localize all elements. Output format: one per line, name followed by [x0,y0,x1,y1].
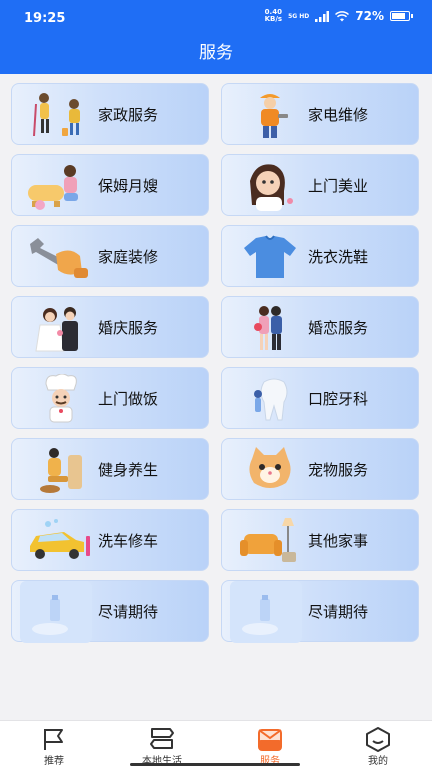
service-card-dating[interactable]: 婚恋服务 [221,296,419,358]
service-label: 保姆月嫂 [98,177,159,195]
service-card-other-home[interactable]: 其他家事 [221,509,419,571]
home-indicator[interactable] [130,763,300,766]
net-speed-indicator: 0.40 KB/s [265,9,282,23]
shopping-bag-icon [258,729,282,751]
service-card-beauty[interactable]: 上门美业 [221,154,419,216]
bottom-nav: 推荐 本地生活 服务 我的 [0,720,432,768]
service-card-home-cooking[interactable]: 上门做饭 [11,367,209,429]
profile-hexagon-icon [366,727,390,752]
service-card-coming-soon[interactable]: 尽请期待 [11,580,209,643]
service-label: 宠物服务 [308,461,369,479]
nav-label: 我的 [368,756,388,767]
car-wash-icon [30,519,90,559]
service-label: 洗衣洗鞋 [308,248,369,266]
wedding-couple-icon [35,307,78,352]
service-label: 其他家事 [308,532,369,550]
nav-tab-mine[interactable]: 我的 [324,721,432,768]
coming-soon-icon [230,581,302,643]
service-label: 尽请期待 [308,603,369,621]
wellness-icon [40,448,82,493]
service-label: 洗车修车 [98,532,159,550]
cat-icon [249,447,291,488]
beauty-icon [250,164,293,211]
service-card-car-wash[interactable]: 洗车修车 [11,509,209,571]
status-bar: 19:25 0.40 KB/s 5G HD 72% [0,0,432,34]
service-label: 尽请期待 [98,603,159,621]
flag-icon [44,729,63,750]
nav-tab-local-life[interactable]: 本地生活 [108,721,216,768]
coming-soon-icon [20,581,92,643]
nav-tab-recommend[interactable]: 推荐 [0,721,108,768]
nanny-icon [28,165,78,210]
service-card-coming-soon[interactable]: 尽请期待 [221,580,419,643]
service-card-wedding[interactable]: 婚庆服务 [11,296,209,358]
service-card-laundry[interactable]: 洗衣洗鞋 [221,225,419,287]
shirt-icon [244,235,296,278]
signal-icon [315,10,330,22]
status-icons: 0.40 KB/s 5G HD 72% [265,9,413,23]
service-label: 健身养生 [98,461,159,479]
wifi-icon [335,10,350,21]
net-speed-unit: KB/s [264,15,283,23]
service-label: 婚恋服务 [308,319,369,337]
network-type: 5G HD [288,12,310,20]
service-label: 家庭装修 [98,248,159,266]
service-card-dental[interactable]: 口腔牙科 [221,367,419,429]
page-title: 服务 [0,34,432,74]
service-card-appliance-repair[interactable]: 家电维修 [221,83,419,145]
service-card-nanny[interactable]: 保姆月嫂 [11,154,209,216]
wrench-icon [30,238,88,278]
housekeeping-icon [33,93,80,137]
nav-label: 推荐 [44,756,64,767]
service-label: 口腔牙科 [308,390,369,408]
nav-tab-services[interactable]: 服务 [216,721,324,768]
service-label: 上门美业 [308,177,369,195]
chef-icon [45,374,77,423]
service-label: 家政服务 [98,106,159,124]
service-card-renovation[interactable]: 家庭装修 [11,225,209,287]
dating-couple-icon [254,306,282,350]
service-card-pet[interactable]: 宠物服务 [221,438,419,500]
service-card-housekeeping[interactable]: 家政服务 [11,83,209,145]
service-card-fitness[interactable]: 健身养生 [11,438,209,500]
tooth-icon [254,378,288,421]
signpost-icon [150,728,174,749]
furniture-icon [240,518,296,562]
status-time: 19:25 [24,11,66,26]
battery-percent: 72% [355,9,384,23]
appliance-repair-icon [260,94,288,138]
service-label: 婚庆服务 [98,319,159,337]
service-label: 家电维修 [308,106,369,124]
service-label: 上门做饭 [98,390,159,408]
battery-icon [390,11,413,21]
